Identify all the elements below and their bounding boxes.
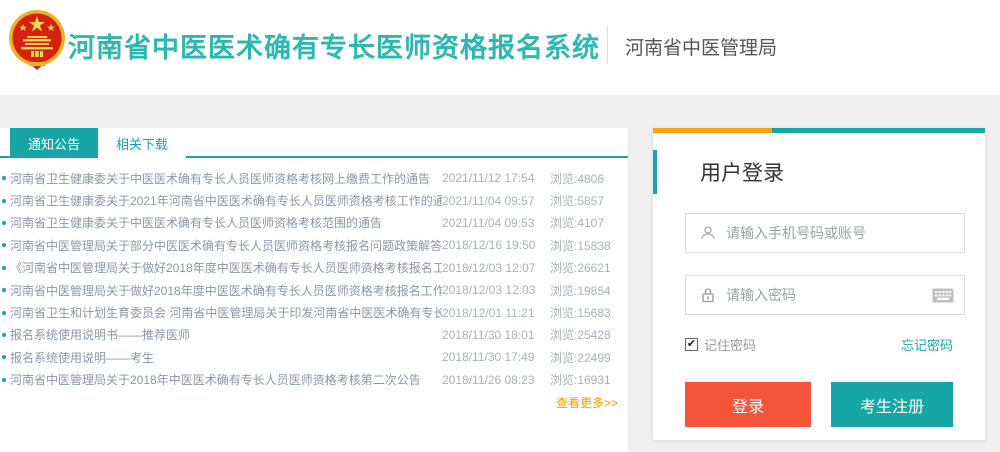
notice-date: 2018/12/01 11:21 <box>442 306 550 320</box>
notice-date: 2018/11/30 18:01 <box>442 328 550 342</box>
login-button[interactable]: 登录 <box>685 382 811 427</box>
notice-date: 2021/11/04 09:53 <box>442 216 550 230</box>
tab-bar: 通知公告 相关下载 <box>0 128 628 158</box>
top-bar-teal-segment <box>772 128 985 133</box>
remember-label: 记住密码 <box>704 335 756 354</box>
list-item: 河南省卫生和计划生育委员会 河南省中医管理局关于印发河南省中医医术确有专长人..… <box>0 301 628 323</box>
list-item: 报名系统使用说明——考生2018/11/30 17:49浏览:22499 <box>0 346 628 368</box>
notice-date: 2018/11/26 08:23 <box>442 373 550 387</box>
bullet-icon <box>2 311 6 315</box>
password-input[interactable] <box>726 287 932 303</box>
notice-views: 浏览:16931 <box>550 371 628 388</box>
notice-views: 浏览:4806 <box>550 170 628 187</box>
page: 河南省中医医术确有专长医师资格报名系统 河南省中医管理局 通知公告 相关下载 河… <box>0 0 1000 452</box>
bullet-icon <box>2 221 6 225</box>
list-item: 河南省中医管理局关于部分中医医术确有专长人员医师资格考核报名问题政策解答（(..… <box>0 234 628 256</box>
notice-views: 浏览:5857 <box>550 192 628 209</box>
bullet-icon <box>2 243 6 247</box>
notice-views: 浏览:22499 <box>550 349 628 366</box>
account-input[interactable] <box>726 225 964 241</box>
list-item: 《河南省中医管理局关于做好2018年度中医医术确有专长人员医师资格考核报名工作.… <box>0 257 628 279</box>
notice-panel: 通知公告 相关下载 河南省卫生健康委关于中医医术确有专长人员医师资格考核网上缴费… <box>0 128 628 452</box>
account-field-wrap <box>685 213 965 253</box>
notice-views: 浏览:4107 <box>550 214 628 231</box>
notice-title-link[interactable]: 河南省中医管理局关于做好2018年度中医医术确有专长人员医师资格考核报名工作的.… <box>10 282 442 299</box>
org-name: 河南省中医管理局 <box>625 33 777 60</box>
notice-list: 河南省卫生健康委关于中医医术确有专长人员医师资格考核网上缴费工作的通告2021/… <box>0 158 628 391</box>
forgot-password-link[interactable]: 忘记密码 <box>901 335 953 354</box>
notice-date: 2018/12/03 12:07 <box>442 261 550 275</box>
list-item: 报名系统使用说明书——推荐医师2018/11/30 18:01浏览:25428 <box>0 324 628 346</box>
notice-date: 2018/11/30 17:49 <box>442 350 550 364</box>
notice-views: 浏览:15838 <box>550 237 628 254</box>
list-item: 河南省卫生健康委关于2021年河南省中医医术确有专长人员医师资格考核工作的通告2… <box>0 189 628 211</box>
lock-icon <box>700 287 716 303</box>
login-title: 用户登录 <box>700 157 784 187</box>
bullet-icon <box>2 333 6 337</box>
button-row: 登录 考生注册 <box>685 382 953 427</box>
password-field-wrap <box>685 275 965 315</box>
notice-date: 2021/11/12 17:54 <box>442 171 550 185</box>
bullet-icon <box>2 288 6 292</box>
notice-date: 2018/12/16 19:50 <box>442 238 550 252</box>
register-button[interactable]: 考生注册 <box>831 382 953 427</box>
notice-title-link[interactable]: 报名系统使用说明——考生 <box>10 349 442 366</box>
login-top-bar <box>653 128 985 133</box>
notice-title-link[interactable]: 河南省中医管理局关于2018年中医医术确有专长人员医师资格考核第二次公告 <box>10 371 442 388</box>
notice-title-link[interactable]: 河南省卫生健康委关于中医医术确有专长人员医师资格考核网上缴费工作的通告 <box>10 170 442 187</box>
top-bar-orange-segment <box>653 128 772 133</box>
notice-title-link[interactable]: 河南省卫生健康委关于2021年河南省中医医术确有专长人员医师资格考核工作的通告 <box>10 192 442 209</box>
page-title: 河南省中医医术确有专长医师资格报名系统 <box>68 26 600 65</box>
notice-date: 2021/11/04 09:57 <box>442 194 550 208</box>
remember-checkbox[interactable]: ✔ <box>685 338 698 351</box>
list-item: 河南省卫生健康委关于中医医术确有专长人员医师资格考核网上缴费工作的通告2021/… <box>0 167 628 189</box>
notice-views: 浏览:15683 <box>550 304 628 321</box>
header-divider <box>607 26 608 64</box>
tab-downloads[interactable]: 相关下载 <box>98 128 186 158</box>
notice-views: 浏览:26621 <box>550 259 628 276</box>
tab-notices[interactable]: 通知公告 <box>10 128 98 158</box>
national-emblem-logo <box>8 8 66 78</box>
bullet-icon <box>2 378 6 382</box>
login-panel: 用户登录 <box>653 128 985 440</box>
list-item: 河南省中医管理局关于2018年中医医术确有专长人员医师资格考核第二次公告2018… <box>0 369 628 391</box>
login-header: 用户登录 <box>653 150 985 194</box>
national-emblem-icon <box>8 8 66 78</box>
user-icon <box>700 225 716 241</box>
notice-title-link[interactable]: 河南省中医管理局关于部分中医医术确有专长人员医师资格考核报名问题政策解答（(..… <box>10 237 442 254</box>
bullet-icon <box>2 199 6 203</box>
view-more-link[interactable]: 查看更多>> <box>0 391 628 411</box>
soft-keyboard-icon[interactable] <box>932 288 954 303</box>
notice-title-link[interactable]: 《河南省中医管理局关于做好2018年度中医医术确有专长人员医师资格考核报名工作.… <box>10 259 442 276</box>
notice-title-link[interactable]: 报名系统使用说明书——推荐医师 <box>10 326 442 343</box>
notice-views: 浏览:25428 <box>550 326 628 343</box>
list-item: 河南省中医管理局关于做好2018年度中医医术确有专长人员医师资格考核报名工作的.… <box>0 279 628 301</box>
bullet-icon <box>2 176 6 180</box>
remember-row: ✔ 记住密码 忘记密码 <box>685 335 953 354</box>
notice-title-link[interactable]: 河南省卫生和计划生育委员会 河南省中医管理局关于印发河南省中医医术确有专长人..… <box>10 304 442 321</box>
login-accent-bar <box>653 150 657 194</box>
header: 河南省中医医术确有专长医师资格报名系统 河南省中医管理局 <box>0 0 1000 95</box>
bullet-icon <box>2 355 6 359</box>
notice-date: 2018/12/03 12:03 <box>442 283 550 297</box>
bullet-icon <box>2 266 6 270</box>
notice-title-link[interactable]: 河南省卫生健康委关于中医医术确有专长人员医师资格考核范围的通告 <box>10 214 442 231</box>
list-item: 河南省卫生健康委关于中医医术确有专长人员医师资格考核范围的通告2021/11/0… <box>0 212 628 234</box>
notice-views: 浏览:19854 <box>550 282 628 299</box>
